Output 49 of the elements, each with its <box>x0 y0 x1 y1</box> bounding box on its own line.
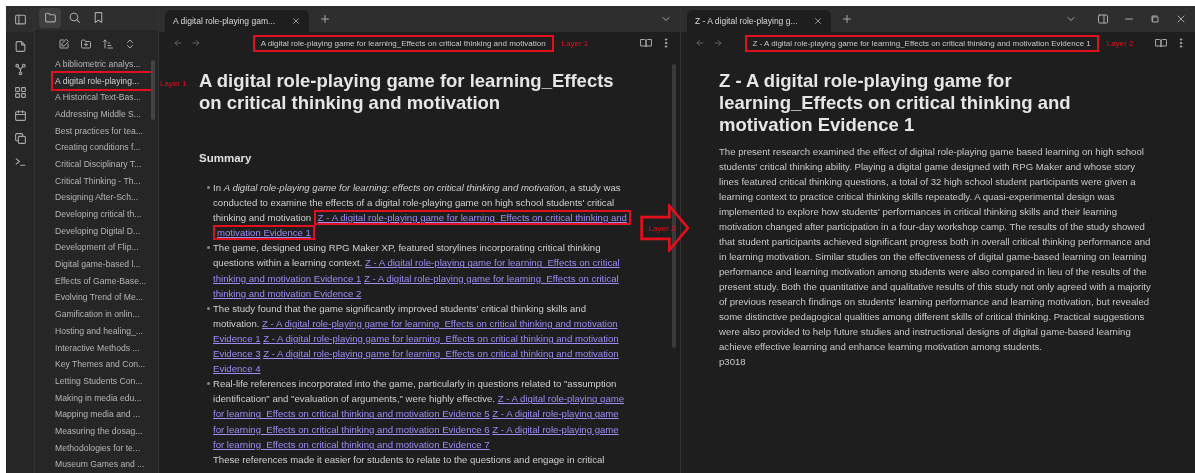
book-icon[interactable] <box>640 37 652 49</box>
bullet-dot <box>207 246 210 250</box>
bullet-text: The study found that the game significantly improved students' critical thinking skills and motivation. Z - A digital role-playing game for learning_Effects on critical thinking and motivation Evidence 1 Z - A digital role-playing game for learning_Effects on critical thinking and motivation Evidence 3 Z - A digital role-playing game for learning_Effects on critical thinking and motivation Evidence 4 <box>213 301 620 377</box>
edit-icon[interactable] <box>57 37 70 50</box>
paragraph: p3018 <box>719 355 747 369</box>
copy-icon[interactable] <box>13 132 27 145</box>
plus-icon[interactable] <box>841 13 853 25</box>
note-heading: A digital role-playing game for learning_Effects on critical thinking and motivation <box>199 70 615 114</box>
sidebar-icon[interactable] <box>13 12 27 26</box>
tab-title: Z - A digital role-playing g... <box>695 16 798 26</box>
close-icon[interactable] <box>813 16 823 26</box>
terminal-icon[interactable] <box>13 155 27 168</box>
forward-icon[interactable] <box>713 38 723 48</box>
bullet-text: Real-life references incorporated into the game, particularly in questions related to "assumption identification" and "evaluation of arguments," were highly effective. Z - A digital role-playing game for learning_Effects on critical thinking and motivation Evidence 5 Z - A digital role-playing game for learning_Effects on critical thinking and motivation Evidence 6 Z - A digital role-playing game for learning_Effects on critical thinking and motivation Evidence 7 These references made it easier for students to relate to the questions and engage in critical <box>213 377 626 467</box>
restore-icon[interactable] <box>1149 13 1161 25</box>
folder-icon <box>43 11 57 25</box>
back-icon[interactable] <box>695 38 705 48</box>
book-icon[interactable] <box>1155 37 1167 49</box>
back-icon[interactable] <box>173 38 183 48</box>
files-tab[interactable] <box>39 7 61 28</box>
note-title[interactable]: A digital role-playing game for learning_Effects on critical thinking and motivation <box>252 34 554 52</box>
bullet-dot <box>207 186 210 189</box>
plus-icon[interactable] <box>319 13 331 25</box>
sort-icon[interactable] <box>101 37 114 50</box>
tab[interactable]: Z - A digital role-playing g... <box>687 10 831 32</box>
forward-icon[interactable] <box>191 38 201 48</box>
note-heading: Z - A digital role-playing game for learning_Effects on critical thinking and motivation Evidence 1 <box>719 70 1072 136</box>
graph-icon[interactable] <box>13 63 27 76</box>
tab-title: A digital role-playing gam... <box>173 16 276 26</box>
paragraph: The present research examined the effect of digital role-playing game based learning on high school students' critical thinking ability. Playing a digital game designed with RPG Maker and whose story lines featured critical thinking questions, a total of 32 high school student participants were given a learning context to practice critical thinking skills repeatedly. A quasi-experimental design was implemented to explore how students' performances in critical thinking skills and their learning motivation changed after participation in a four-day workshop camp. The results of the study showed that student participants achieved significant progress both in overall critical thinking performance and in learning motivation. Similar studies on the effectiveness of digital game-based learning on learning performance and learning motivation among students were also compared in lieu of the results of the present study. Both the quantitative and qualitative results of this study not only agreed with a majority of previous research findings on students' learning performance and learning motivation, but revealed some distinctive pedagogical qualities among different skills of critical thinking. Practical suggestions were also provided to help future studies and instructional designs of digital game-based learning achieve effective learning and enhance learning motivation among students. <box>719 145 1152 354</box>
calendar-icon[interactable] <box>13 109 27 122</box>
bullet-dot <box>207 306 210 310</box>
split-view-icon[interactable] <box>1097 13 1109 25</box>
close-icon[interactable] <box>291 16 301 26</box>
callout-arrow <box>640 204 690 252</box>
annotation-label: Layer 2 <box>648 223 676 233</box>
note-title[interactable]: Z - A digital role-playing game for learning_Effects on critical thinking and motivation Evidence 1 <box>744 34 1099 52</box>
close-icon[interactable] <box>1175 13 1187 25</box>
folder-plus-icon[interactable] <box>79 37 92 50</box>
annotation-label: Layer 1 <box>160 79 187 88</box>
annotation-label: Layer 2 <box>1106 38 1134 48</box>
bullet-dot <box>207 382 210 386</box>
file-icon[interactable] <box>13 40 27 53</box>
search-icon <box>67 11 81 25</box>
grid-icon[interactable] <box>13 86 27 99</box>
bullet-text: The game, designed using RPG Maker XP, featured storylines incorporating critical thinking questions within a learning context. Z - A digital role-playing game for learning_Effects on critical thinking and motivation Evidence 1 Z - A digital role-playing game for learning_Effects on critical thinking and motivation Evidence 2 <box>213 241 621 301</box>
tab[interactable]: A digital role-playing gam... <box>165 10 309 32</box>
section-heading: Summary <box>199 152 253 164</box>
annotation-label: Layer 1 <box>561 38 589 48</box>
